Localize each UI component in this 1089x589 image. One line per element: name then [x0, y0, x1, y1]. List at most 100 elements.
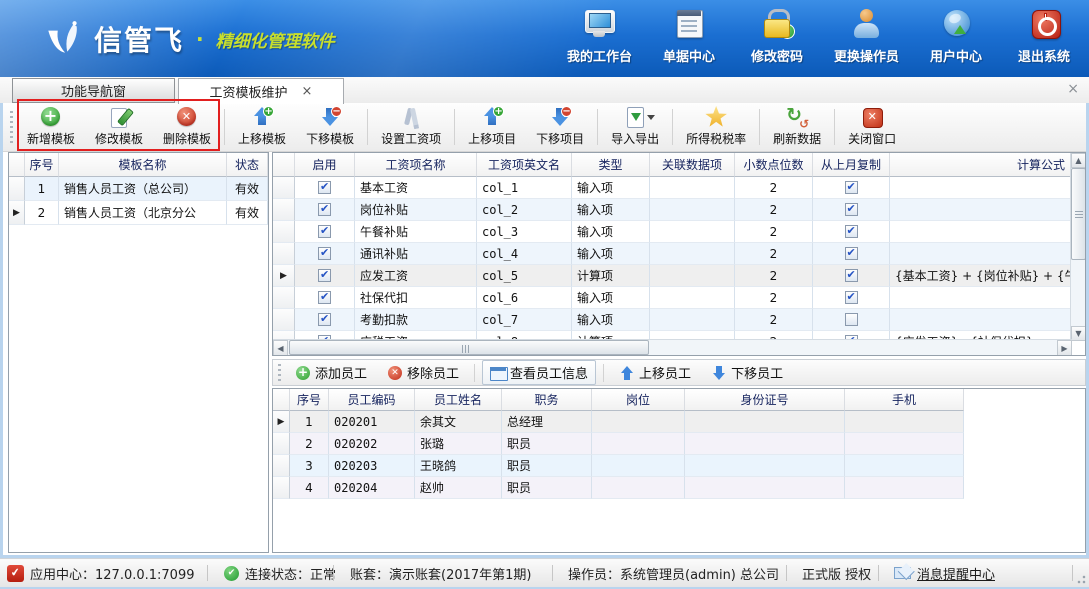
cell-post — [592, 411, 685, 433]
tab-close-icon[interactable]: × — [302, 84, 313, 99]
col-phone[interactable]: 手机 — [845, 389, 964, 411]
toolbar-grip[interactable] — [278, 364, 281, 383]
tab-strip: 功能导航窗 工资模板维护 × × — [0, 77, 1089, 103]
cell-id-card — [685, 411, 845, 433]
table-row[interactable]: 2 020202 张璐 职员 — [273, 433, 964, 455]
toolbar-separator — [672, 109, 673, 145]
col-assoc-data[interactable]: 关联数据项 — [650, 153, 735, 177]
import-export-button[interactable]: 导入导出 — [601, 103, 669, 151]
close-window-button[interactable]: 关闭窗口 — [838, 103, 906, 151]
remove-employee-button[interactable]: 移除员工 — [379, 360, 467, 385]
table-row-selected[interactable]: ▶ 1 020201 余其文 总经理 — [273, 411, 964, 433]
scrollbar-thumb[interactable] — [289, 340, 649, 355]
scroll-left-icon[interactable]: ◀ — [273, 340, 288, 356]
table-row[interactable]: ▶ 2 销售人员工资（北京分公 有效 — [9, 201, 268, 225]
cell-seq: 4 — [290, 477, 329, 499]
toolbar-grip[interactable] — [10, 111, 13, 144]
col-emp-code[interactable]: 员工编码 — [329, 389, 415, 411]
set-salary-items-button[interactable]: 设置工资项 — [371, 103, 451, 151]
col-decimals[interactable]: 小数点位数 — [735, 153, 813, 177]
enabled-checkbox[interactable] — [318, 181, 331, 194]
toolbar-separator — [454, 109, 455, 145]
move-employee-up-button[interactable]: 上移员工 — [611, 360, 699, 385]
col-item-en-name[interactable]: 工资项英文名 — [477, 153, 572, 177]
scroll-up-icon[interactable]: ▲ — [1071, 153, 1086, 168]
tabstrip-close-icon[interactable]: × — [1067, 81, 1079, 97]
copy-checkbox[interactable] — [845, 225, 858, 238]
cell-formula — [890, 221, 1072, 243]
move-employee-down-button[interactable]: 下移员工 — [703, 360, 791, 385]
cell-assoc — [650, 177, 735, 199]
copy-checkbox[interactable] — [845, 181, 858, 194]
enabled-checkbox[interactable] — [318, 269, 331, 282]
col-post[interactable]: 岗位 — [592, 389, 685, 411]
user-center-button[interactable]: 用户中心 — [925, 8, 987, 65]
table-row[interactable]: 考勤扣款 col_7 输入项 2 — [273, 309, 1072, 331]
col-title[interactable]: 职务 — [502, 389, 592, 411]
table-row[interactable]: 通讯补贴 col_4 输入项 2 — [273, 243, 1072, 265]
col-status[interactable]: 状态 — [227, 153, 268, 177]
refresh-data-button[interactable]: 刷新数据 — [763, 103, 831, 151]
col-item-name[interactable]: 工资项名称 — [355, 153, 477, 177]
salary-table-header: 启用 工资项名称 工资项英文名 类型 关联数据项 小数点位数 从上月复制 计算公… — [273, 153, 1072, 177]
scroll-right-icon[interactable]: ▶ — [1057, 340, 1072, 356]
move-item-up-button[interactable]: + 上移项目 — [458, 103, 526, 151]
move-item-down-button[interactable]: − 下移项目 — [526, 103, 594, 151]
enabled-checkbox[interactable] — [318, 313, 331, 326]
table-row[interactable]: 4 020204 赵帅 职员 — [273, 477, 964, 499]
col-type[interactable]: 类型 — [572, 153, 650, 177]
resize-grip[interactable] — [1076, 574, 1086, 584]
add-template-button[interactable]: 新增模板 — [17, 103, 85, 151]
col-formula[interactable]: 计算公式 — [890, 153, 1072, 177]
income-tax-rate-button[interactable]: 所得税税率 — [676, 103, 756, 151]
col-id-card[interactable]: 身份证号 — [685, 389, 845, 411]
document-center-button[interactable]: 单据中心 — [658, 8, 720, 65]
exit-system-button[interactable]: 退出系统 — [1013, 8, 1075, 65]
copy-checkbox[interactable] — [845, 313, 858, 326]
edit-icon — [107, 106, 131, 128]
enabled-checkbox[interactable] — [318, 225, 331, 238]
my-workbench-button[interactable]: 我的工作台 — [567, 8, 632, 65]
copy-checkbox[interactable] — [845, 203, 858, 216]
col-seq[interactable]: 序号 — [25, 153, 59, 177]
table-row[interactable]: 3 020203 王晓鸽 职员 — [273, 455, 964, 477]
topbar-actions: 我的工作台 单据中心 ✓ 修改密码 更换操作员 用户中心 退出系统 — [567, 8, 1075, 65]
enabled-checkbox[interactable] — [318, 203, 331, 216]
col-seq[interactable]: 序号 — [290, 389, 329, 411]
copy-checkbox[interactable] — [845, 247, 858, 260]
scroll-down-icon[interactable]: ▼ — [1071, 326, 1086, 341]
tab-function-nav[interactable]: 功能导航窗 — [12, 78, 175, 103]
switch-operator-button[interactable]: 更换操作员 — [834, 8, 899, 65]
view-employee-info-button[interactable]: 查看员工信息 — [482, 360, 596, 385]
move-template-down-button[interactable]: − 下移模板 — [296, 103, 364, 151]
edit-template-button[interactable]: 修改模板 — [85, 103, 153, 151]
cell-phone — [845, 477, 964, 499]
enabled-checkbox[interactable] — [318, 247, 331, 260]
col-copy-last-month[interactable]: 从上月复制 — [813, 153, 890, 177]
cell-seq: 1 — [290, 411, 329, 433]
delete-template-button[interactable]: 删除模板 — [153, 103, 221, 151]
move-template-up-button[interactable]: + 上移模板 — [228, 103, 296, 151]
vertical-scrollbar[interactable]: ▲ ▼ — [1070, 153, 1085, 341]
cell-type: 输入项 — [572, 177, 650, 199]
horizontal-scrollbar[interactable]: ◀ ▶ — [273, 339, 1072, 355]
add-employee-button[interactable]: 添加员工 — [287, 360, 375, 385]
copy-checkbox[interactable] — [845, 269, 858, 282]
scrollbar-thumb[interactable] — [1071, 168, 1086, 260]
cell-en-name: col_7 — [477, 309, 572, 331]
tab-salary-template[interactable]: 工资模板维护 × — [178, 78, 344, 104]
col-template-name[interactable]: 模板名称 — [59, 153, 227, 177]
copy-checkbox[interactable] — [845, 291, 858, 304]
message-center-link[interactable]: 消息提醒中心 — [894, 559, 995, 587]
enabled-checkbox[interactable] — [318, 291, 331, 304]
table-row[interactable]: 1 销售人员工资（总公司） 有效 — [9, 177, 268, 201]
table-row-selected[interactable]: ▶ 应发工资 col_5 计算项 2 {基本工资} + {岗位补贴} + {午 — [273, 265, 1072, 287]
col-emp-name[interactable]: 员工姓名 — [415, 389, 502, 411]
cell-formula — [890, 287, 1072, 309]
col-enabled[interactable]: 启用 — [295, 153, 355, 177]
change-password-button[interactable]: ✓ 修改密码 — [746, 8, 808, 65]
table-row[interactable]: 午餐补贴 col_3 输入项 2 — [273, 221, 1072, 243]
table-row[interactable]: 社保代扣 col_6 输入项 2 — [273, 287, 1072, 309]
table-row[interactable]: 基本工资 col_1 输入项 2 — [273, 177, 1072, 199]
table-row[interactable]: 岗位补贴 col_2 输入项 2 — [273, 199, 1072, 221]
